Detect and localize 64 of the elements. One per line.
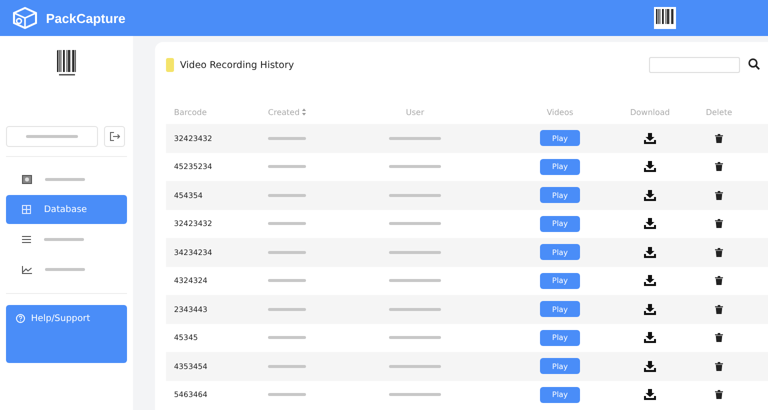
search-icon[interactable]	[748, 58, 762, 72]
trash-icon[interactable]	[715, 362, 723, 371]
package-logo-icon	[12, 7, 38, 29]
redacted-user-bar	[389, 336, 441, 340]
logout-icon[interactable]	[110, 132, 120, 141]
redacted-user-bar	[389, 165, 441, 168]
trash-icon[interactable]	[715, 390, 723, 400]
column-header: User	[406, 108, 424, 116]
redacted-date-bar	[268, 165, 306, 168]
trash-icon[interactable]	[715, 333, 723, 342]
redacted-user-bar	[389, 136, 441, 140]
nav-item[interactable]: Database	[6, 195, 127, 224]
redacted-user-bar	[389, 279, 441, 282]
redacted-date-bar	[268, 222, 306, 226]
column-header: Barcode	[174, 108, 207, 116]
download-icon[interactable]	[644, 275, 656, 286]
download-icon[interactable]	[644, 190, 656, 201]
logout-button[interactable]	[104, 126, 125, 147]
trash-icon[interactable]	[715, 219, 723, 228]
column-header[interactable]: Created	[268, 108, 300, 116]
download-icon[interactable]	[644, 161, 656, 172]
line-chart-icon	[22, 266, 32, 274]
trash-icon[interactable]	[715, 248, 723, 257]
sort-icon[interactable]	[302, 108, 306, 116]
panel-title: Video Recording History	[180, 60, 294, 70]
redacted-user-bar	[389, 393, 441, 396]
trash-icon[interactable]	[715, 276, 723, 286]
column-header: Delete	[706, 108, 732, 116]
download-icon[interactable]	[644, 246, 656, 258]
title-marker	[166, 58, 174, 72]
redacted-user-bar	[389, 308, 441, 311]
list-icon	[22, 236, 31, 243]
redacted-date-bar	[268, 364, 306, 368]
trash-icon[interactable]	[715, 134, 723, 143]
download-icon[interactable]	[644, 332, 656, 344]
redacted-date-bar	[268, 250, 306, 254]
image-icon	[22, 175, 32, 184]
download-icon[interactable]	[644, 304, 656, 315]
grid-icon	[22, 205, 31, 214]
column-header: Videos	[546, 108, 574, 116]
redacted-date-bar	[268, 393, 306, 396]
download-icon[interactable]	[644, 218, 656, 230]
barcode-icon[interactable]	[654, 7, 676, 29]
redacted-user-bar	[389, 250, 441, 254]
trash-icon[interactable]	[715, 304, 723, 314]
help-support-button[interactable]: Help/Support	[6, 305, 127, 363]
account-field[interactable]	[6, 126, 98, 147]
download-icon[interactable]	[644, 360, 656, 372]
column-header: Download	[630, 108, 670, 116]
help-icon	[16, 314, 25, 323]
redacted-date-bar	[268, 136, 306, 140]
redacted-date-bar	[268, 194, 306, 197]
redacted-user-bar	[389, 222, 441, 226]
redacted-date-bar	[268, 279, 306, 282]
redacted-date-bar	[268, 308, 306, 311]
download-icon[interactable]	[644, 132, 656, 144]
redacted-user-bar	[389, 364, 441, 368]
download-icon[interactable]	[644, 389, 656, 400]
trash-icon[interactable]	[715, 190, 723, 200]
app-title: PackCapture	[46, 10, 126, 26]
trash-icon[interactable]	[715, 162, 723, 172]
redacted-user-bar	[389, 194, 441, 197]
search-field[interactable]	[649, 57, 740, 73]
redacted-date-bar	[268, 336, 306, 340]
